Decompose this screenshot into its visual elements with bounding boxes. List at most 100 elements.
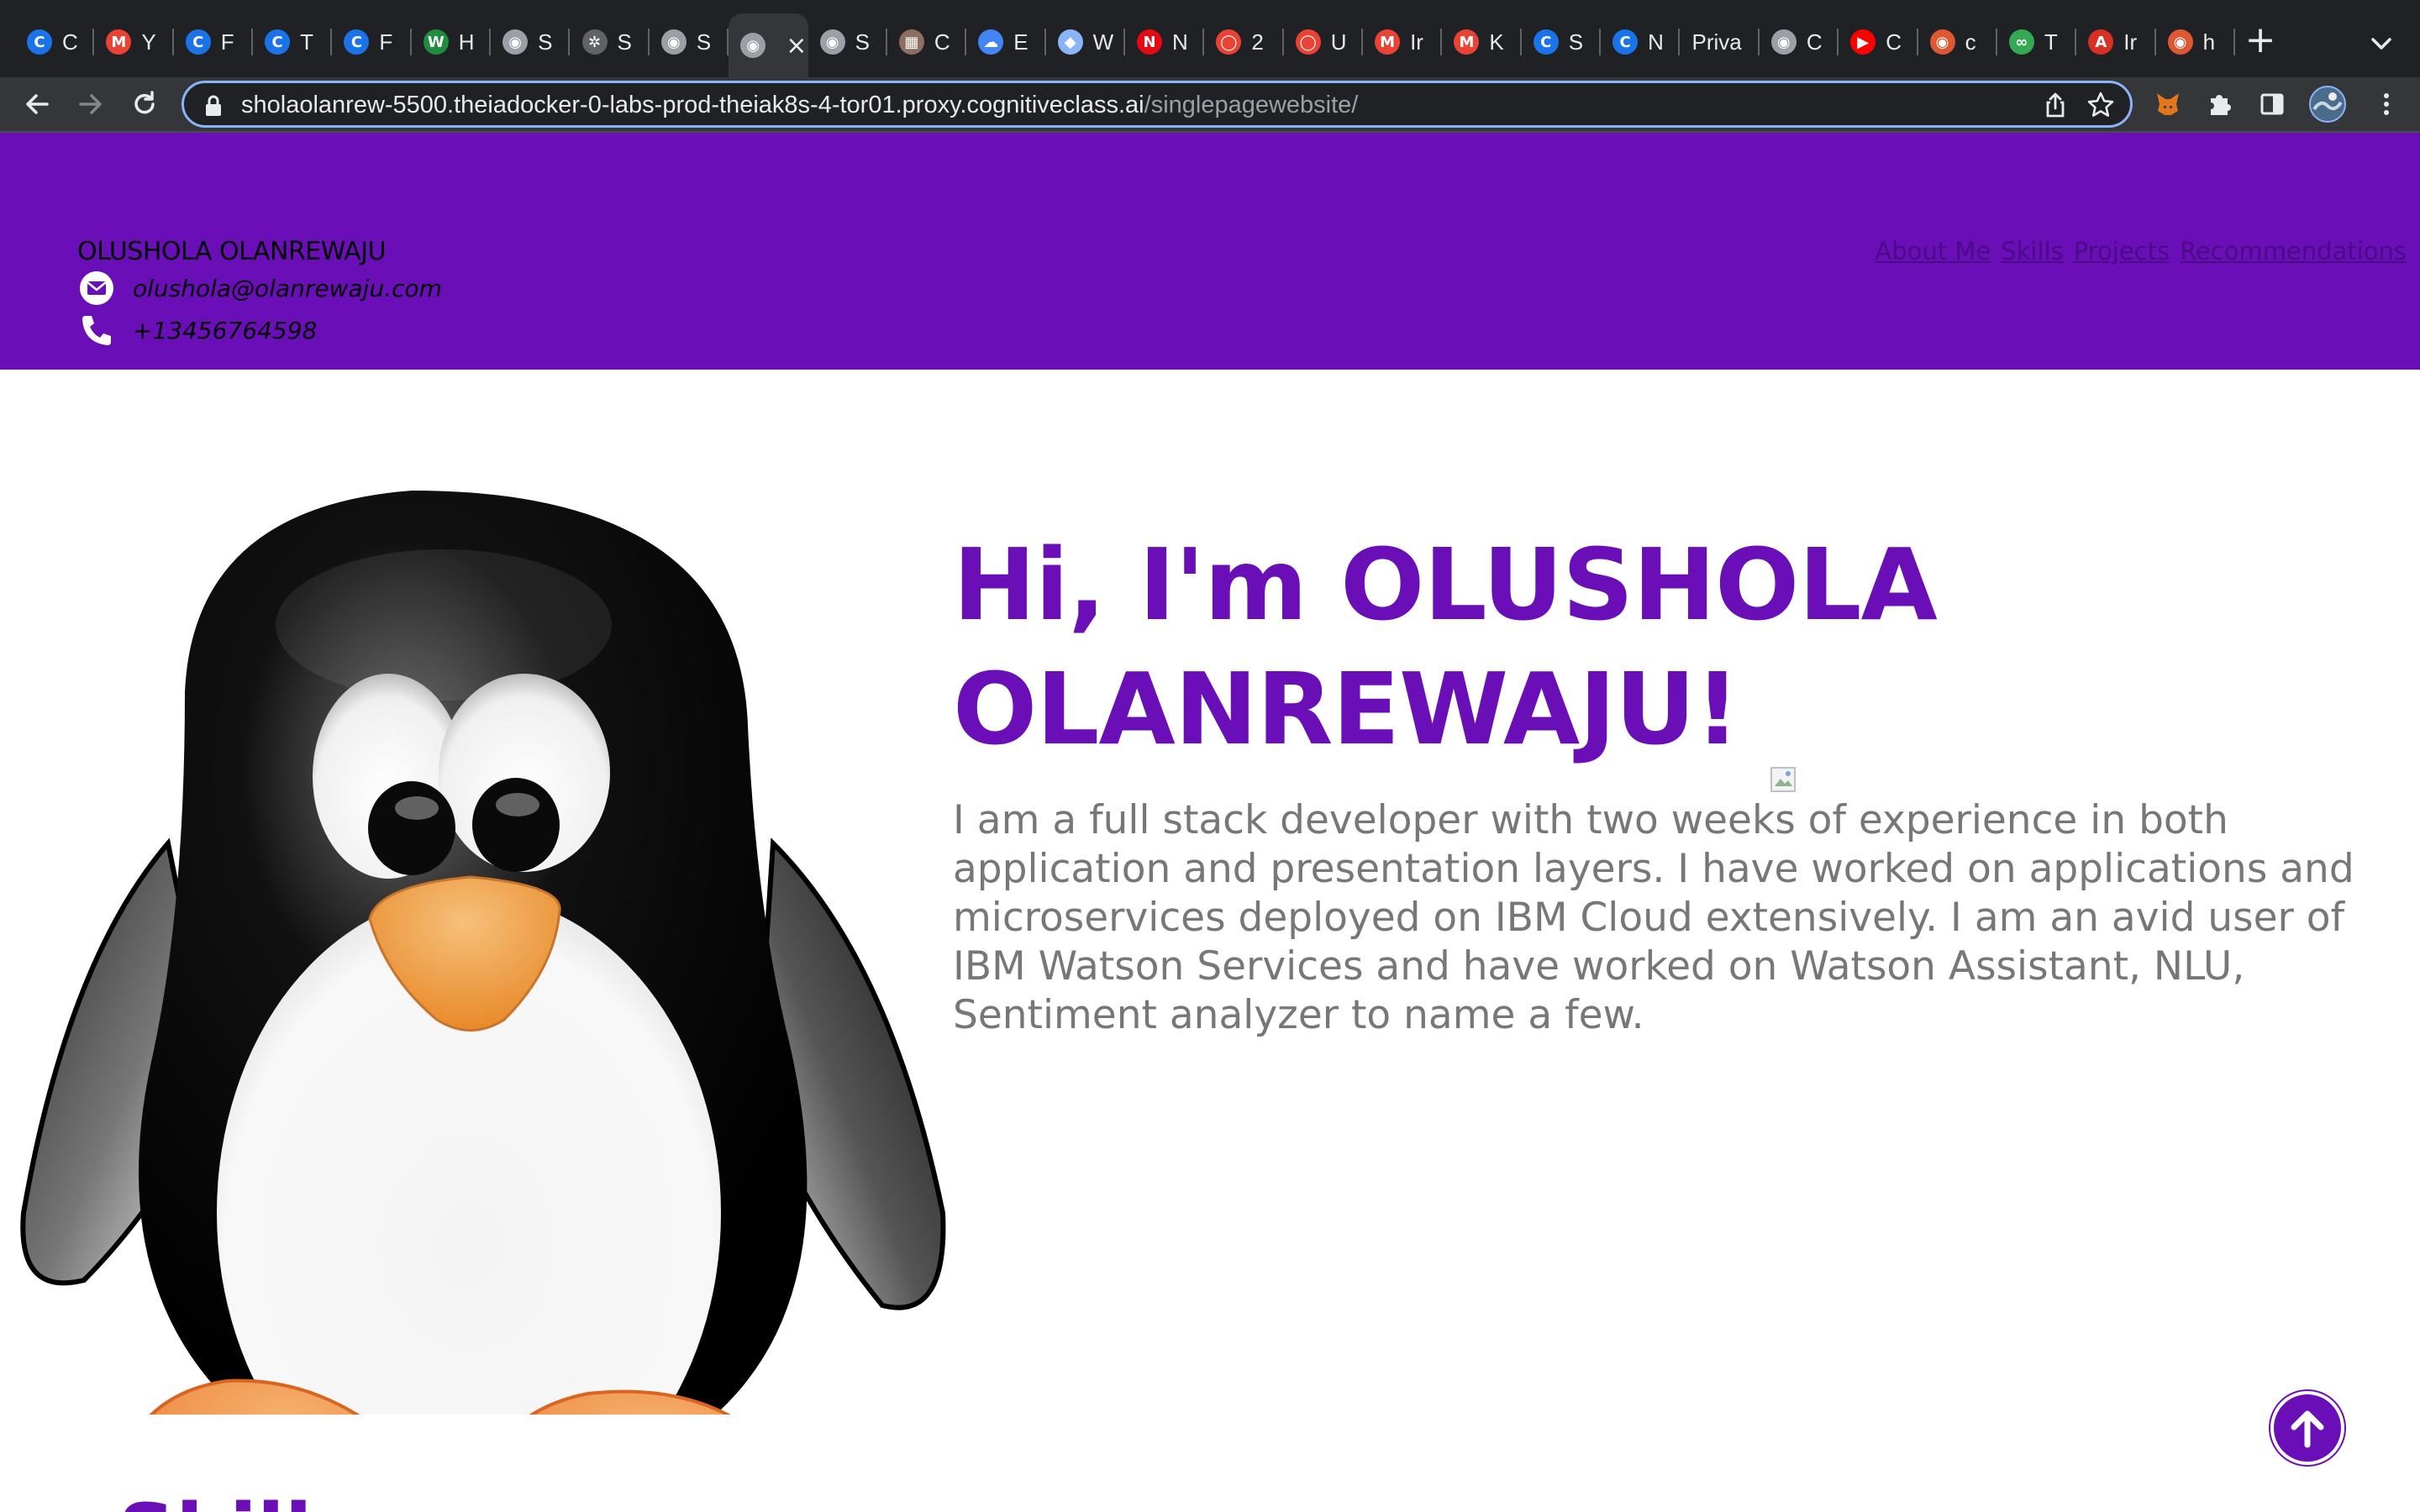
browser-tab-title: F xyxy=(220,29,234,55)
close-tab-icon[interactable]: × xyxy=(786,31,807,60)
hero-title-text: Hi, I'm OLUSHOLA OLANREWAJU! xyxy=(953,527,1938,767)
browser-tab[interactable]: ☁ E xyxy=(966,18,1046,66)
browser-tab-strip: C C M Y C F C T C F W H ◉ S ✲ S ◉ S ◉ × ◉ S ▦ C ☁ E ◆ W N N ◯ 2 ◯ U M Ir M K C… xyxy=(0,0,2420,77)
c-logo-icon: C xyxy=(1612,29,1639,55)
browser-tab-title: S xyxy=(617,29,632,55)
browser-tab-title: T xyxy=(2044,29,2058,55)
browser-tab[interactable]: NN xyxy=(1125,18,1205,66)
browser-tab[interactable]: A Ir xyxy=(2076,18,2156,66)
browser-tab[interactable]: CF xyxy=(174,18,254,66)
browser-tab-title: W xyxy=(1092,29,1114,55)
back-button[interactable] xyxy=(15,82,59,126)
globe-icon: ◉ xyxy=(1770,29,1797,55)
url-host: sholaolanrew-5500.theiadocker-0-labs-pro… xyxy=(241,92,1144,118)
side-panel-icon xyxy=(2260,93,2284,115)
browser-tab[interactable]: Priva xyxy=(1681,18,1760,66)
browser-tab-title: F xyxy=(379,29,393,55)
side-panel-button[interactable] xyxy=(2250,82,2294,126)
browser-tab[interactable]: WH xyxy=(412,18,492,66)
contact-phone[interactable]: +13456764598 xyxy=(133,317,317,344)
tab-search-button[interactable] xyxy=(2363,25,2400,62)
c-logo-icon: C xyxy=(1533,29,1559,55)
metamask-extension-button[interactable] xyxy=(2146,82,2190,126)
new-tab-button[interactable]: + xyxy=(2237,18,2284,66)
nav-link-skills[interactable]: Skills xyxy=(2001,237,2063,265)
coursera-icon: C xyxy=(265,29,291,55)
address-bar[interactable]: sholaolanrew-5500.theiadocker-0-labs-pro… xyxy=(182,81,2133,128)
avatar xyxy=(2309,86,2346,123)
browser-tab[interactable]: CN xyxy=(1601,18,1681,66)
browser-tab-title: S xyxy=(696,29,712,55)
browser-tab[interactable]: CF xyxy=(332,18,412,66)
browser-tab[interactable]: ▶ C xyxy=(1839,18,1918,66)
forward-button[interactable] xyxy=(69,82,113,126)
browser-tab[interactable]: ◯ U xyxy=(1284,18,1364,66)
pin-icon: ◯ xyxy=(1216,29,1242,55)
browser-tab[interactable]: ◉ S xyxy=(491,18,571,66)
browser-tab-title: C xyxy=(62,29,78,55)
globe-icon: ◉ xyxy=(502,29,529,55)
browser-tab[interactable]: CC xyxy=(15,18,95,66)
gmail-icon: M xyxy=(1454,29,1480,55)
browser-tab-title: S xyxy=(538,29,553,55)
browser-tab[interactable]: ◉ S xyxy=(808,18,887,66)
browser-tab[interactable]: M Ir xyxy=(1363,18,1443,66)
lock-icon[interactable] xyxy=(203,93,224,118)
more-vert-icon xyxy=(2384,93,2389,115)
skills-heading: Skills xyxy=(118,1487,360,1512)
browser-tab[interactable]: CT xyxy=(253,18,333,66)
browser-tab[interactable]: ◆ W xyxy=(1046,18,1125,66)
url-path: /singlepagewebsite/ xyxy=(1144,92,1359,118)
globe-icon: ◉ xyxy=(660,29,687,55)
coursera-icon: C xyxy=(185,29,211,55)
star-icon[interactable] xyxy=(2086,91,2115,119)
browser-tab[interactable]: MY xyxy=(94,18,174,66)
extensions-button[interactable] xyxy=(2198,82,2242,126)
url-text: sholaolanrew-5500.theiadocker-0-labs-pro… xyxy=(241,92,1358,119)
nav-link-about-me[interactable]: About Me xyxy=(1875,237,1991,265)
browser-tab[interactable]: ◉ S xyxy=(650,18,729,66)
profile-avatar-button[interactable] xyxy=(2306,82,2349,126)
hero-bio: I am a full stack developer with two wee… xyxy=(953,797,2354,1038)
browser-menu-button[interactable] xyxy=(2365,82,2408,126)
browser-tab[interactable]: ∞ T xyxy=(1997,18,2077,66)
browser-tab[interactable]: ✲ S xyxy=(571,18,650,66)
browser-tab[interactable]: ◉ C xyxy=(1760,18,1839,66)
gear-badge-icon: ✲ xyxy=(581,29,608,55)
browser-tab-title: 2 xyxy=(1251,29,1264,55)
coursera-icon: C xyxy=(344,29,370,55)
scroll-to-top-button[interactable] xyxy=(2270,1391,2344,1465)
header-name: OLUSHOLA OLANREWAJU xyxy=(77,237,387,266)
browser-tab[interactable]: ◯ 2 xyxy=(1204,18,1284,66)
browser-tab-title: Priva xyxy=(1691,29,1742,55)
browser-tab-title: Y xyxy=(141,29,156,55)
email-icon xyxy=(80,271,113,305)
gmail-icon: M xyxy=(1375,29,1401,55)
browser-tab-title: Ir xyxy=(1410,29,1423,55)
browser-tab[interactable]: ◉ × xyxy=(729,13,808,77)
a-logo-icon: A xyxy=(2088,29,2114,55)
image-icon: ▦ xyxy=(898,29,924,55)
fox-icon xyxy=(2157,93,2179,115)
w-icon: W xyxy=(423,29,449,55)
arrow-left-icon xyxy=(26,94,49,114)
browser-tab[interactable]: MK xyxy=(1442,18,1522,66)
browser-tab[interactable]: ▦ C xyxy=(887,18,967,66)
browser-tab[interactable]: CS xyxy=(1522,18,1602,66)
browser-tab[interactable]: ◉ h xyxy=(2156,18,2235,66)
reload-button[interactable] xyxy=(123,82,166,126)
youtube-icon: ▶ xyxy=(1850,29,1876,55)
nav-link-projects[interactable]: Projects xyxy=(2074,237,2170,265)
netflix-icon: N xyxy=(1137,29,1162,55)
duckduckgo-icon: ◉ xyxy=(1929,29,1955,55)
share-icon[interactable] xyxy=(2041,91,2070,119)
browser-tab[interactable]: ◉ c xyxy=(1918,18,1997,66)
site-header: OLUSHOLA OLANREWAJU olushola@olanrewaju.… xyxy=(0,133,2420,370)
reload-icon xyxy=(134,91,155,114)
browser-tab-title: E xyxy=(1013,29,1028,55)
hero-title: Hi, I'm OLUSHOLA OLANREWAJU! xyxy=(953,522,2398,792)
contact-email-row: olushola@olanrewaju.com xyxy=(79,270,442,306)
tab-separator xyxy=(2233,29,2235,55)
contact-email[interactable]: olushola@olanrewaju.com xyxy=(133,275,442,302)
nav-link-recommendations[interactable]: Recommendations xyxy=(2180,237,2407,265)
